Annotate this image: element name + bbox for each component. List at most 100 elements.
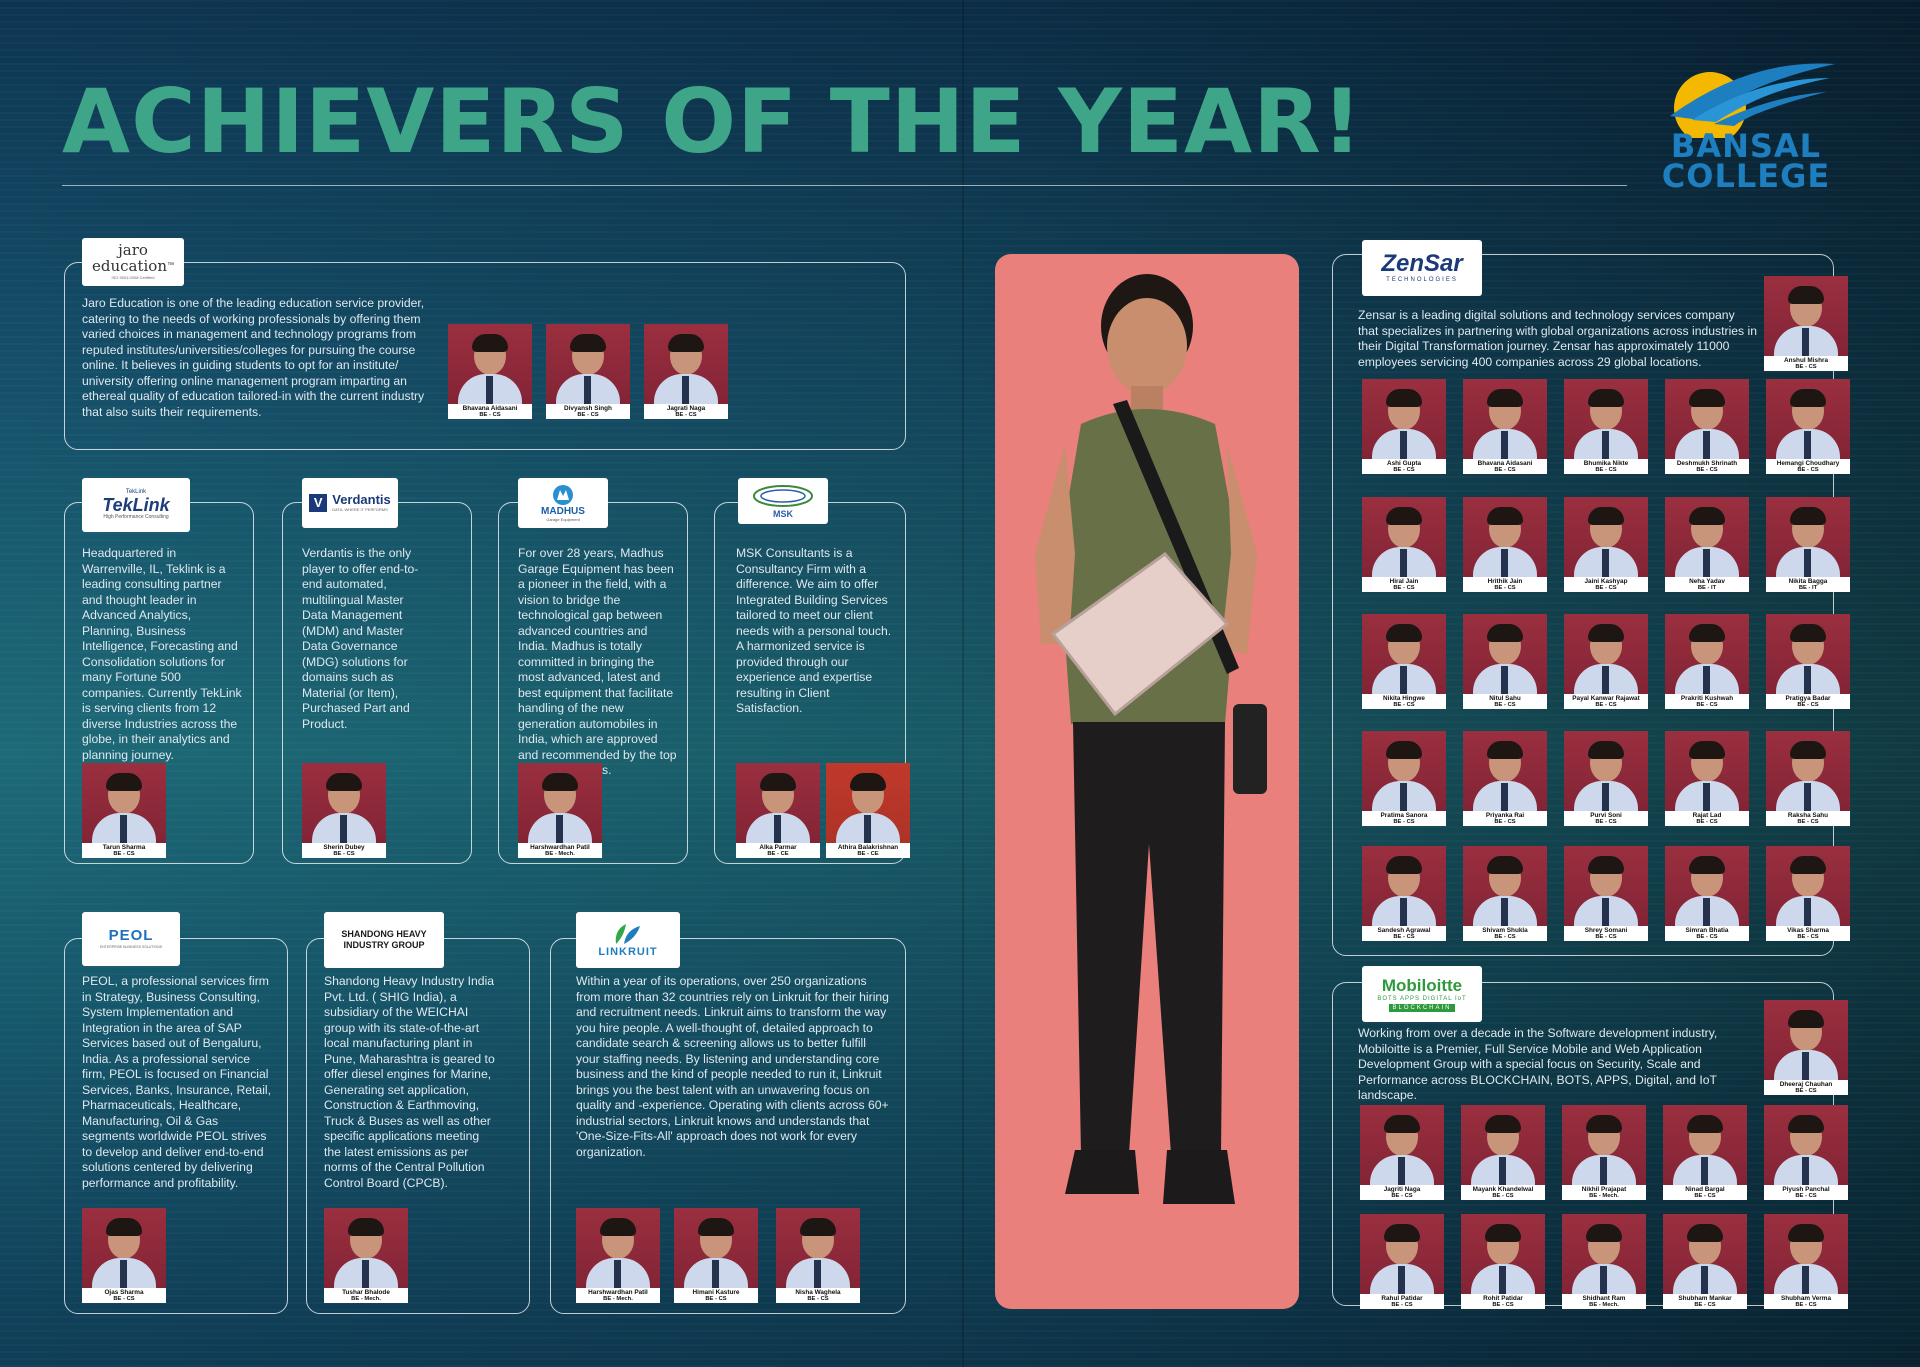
linkruit-description: Within a year of its operations, over 25… xyxy=(576,974,889,1159)
student-degree: BE - CS xyxy=(1391,1193,1413,1199)
student-degree: BE - CS xyxy=(1795,364,1817,370)
student-portrait xyxy=(760,773,796,814)
student-name: Nikita Bagga xyxy=(1788,578,1828,585)
teklink-student-1: Tarun Sharma BE - CS xyxy=(82,763,166,858)
student-name: Rahul Patidar xyxy=(1381,1295,1423,1302)
zensar-student: Rajat Lad BE - CS xyxy=(1665,731,1749,826)
zensar-student: Ashi Gupta BE - CS xyxy=(1362,379,1446,474)
student-degree: BE - CS xyxy=(1595,702,1617,708)
student-portrait xyxy=(1788,1224,1824,1265)
sun-wing-logo-icon xyxy=(1670,63,1835,138)
student-model-panel xyxy=(995,254,1299,1309)
mobiloitte-student: Ninad Bargal BE - CS xyxy=(1663,1105,1747,1200)
student-name: Jagrati Naga xyxy=(666,405,706,412)
zensar-student: Raksha Sahu BE - CS xyxy=(1766,731,1850,826)
student-portrait xyxy=(106,1218,142,1259)
jaro-logo-line1: jaro xyxy=(118,241,148,259)
mobiloitte-description: Working from over a decade in the Softwa… xyxy=(1358,1026,1718,1102)
student-name: Alka Parmar xyxy=(759,844,797,851)
verdantis-mark-icon: V xyxy=(309,494,328,512)
jaro-logo-tagline: ISO 9001:2008 Certified xyxy=(111,275,155,280)
student-portrait xyxy=(1386,856,1422,897)
student-name: Shubham Mankar xyxy=(1678,1295,1732,1302)
student-degree: BE - CE xyxy=(857,851,879,857)
student-degree: BE - CS xyxy=(1696,819,1718,825)
student-degree: BE - CS xyxy=(1595,819,1617,825)
linkruit-student-1: Harshwardhan Patil BE - Mech. xyxy=(576,1208,660,1303)
student-degree: BE - Mech. xyxy=(1589,1302,1619,1308)
student-degree: BE - CS xyxy=(1795,1193,1817,1199)
student-degree: BE - CS xyxy=(675,412,697,418)
mobiloitte-student: Rohit Patidar BE - CS xyxy=(1461,1214,1545,1309)
zensar-student: Shivam Shukla BE - CS xyxy=(1463,846,1547,941)
student-degree: BE - CS xyxy=(1595,585,1617,591)
student-degree: BE - IT xyxy=(1798,585,1818,591)
zensar-student: Prakriti Kushwah BE - CS xyxy=(1665,614,1749,709)
mobiloitte-featured-student: Dheeraj Chauhan BE - CS xyxy=(1764,1000,1848,1095)
student-portrait xyxy=(106,773,142,814)
student-name: Hemangi Choudhary xyxy=(1776,460,1840,467)
jaro-student-1: Bhavana Aidasani BE - CS xyxy=(448,324,532,419)
student-degree: BE - CS xyxy=(1797,819,1819,825)
student-name: Athira Balakrishnan xyxy=(837,844,899,851)
student-degree: BE - CS xyxy=(1795,1088,1817,1094)
student-name: Priyanka Rai xyxy=(1485,812,1525,819)
zensar-student: Jaini Kashyap BE - CS xyxy=(1564,497,1648,592)
student-degree: BE - CS xyxy=(577,412,599,418)
msk-logo: MSK xyxy=(738,478,828,524)
student-degree: BE - CS xyxy=(1492,1193,1514,1199)
student-degree: BE - Mech. xyxy=(1589,1193,1619,1199)
student-name: Simran Bhatia xyxy=(1685,927,1729,934)
student-name: Shivam Shukla xyxy=(1482,927,1528,934)
student-name: Pratigya Badar xyxy=(1785,695,1831,702)
teklink-description: Headquartered in Warrenville, IL, Teklin… xyxy=(82,546,242,762)
student-name: Shidhant Ram xyxy=(1582,1295,1626,1302)
student-name: Ashi Gupta xyxy=(1386,460,1422,467)
student-portrait xyxy=(1689,856,1725,897)
student-portrait xyxy=(1386,389,1422,430)
shandong-logo: SHANDONG HEAVY INDUSTRY GROUP xyxy=(324,912,444,968)
student-name: Nikhil Prajapat xyxy=(1581,1186,1627,1193)
peol-logo-name: PEOL xyxy=(108,927,154,944)
student-degree: BE - CS xyxy=(1696,934,1718,940)
mobiloitte-student: Shubham Verma BE - CS xyxy=(1764,1214,1848,1309)
student-name: Harshwardhan Patil xyxy=(530,844,590,851)
student-degree: BE - CE xyxy=(767,851,789,857)
student-degree: BE - CS xyxy=(1795,1302,1817,1308)
student-with-laptop-illustration xyxy=(1035,274,1267,1204)
msk-student-2: Athira Balakrishnan BE - CE xyxy=(826,763,910,858)
madhus-logo: MADHUS Garage Equipment xyxy=(518,478,608,528)
mobiloitte-student: Jagriti Naga BE - CS xyxy=(1360,1105,1444,1200)
student-portrait xyxy=(1384,1115,1420,1156)
jaro-description: Jaro Education is one of the leading edu… xyxy=(82,296,425,419)
zensar-logo: ZenSar TECHNOLOGIES xyxy=(1362,240,1482,296)
student-degree: BE - Mech. xyxy=(545,851,575,857)
zensar-student: Bhumika Nikte BE - CS xyxy=(1564,379,1648,474)
zensar-student: Pratigya Badar BE - CS xyxy=(1766,614,1850,709)
student-degree: BE - CS xyxy=(1696,467,1718,473)
student-name: Jagriti Naga xyxy=(1383,1186,1421,1193)
page-title: ACHIEVERS OF THE YEAR! xyxy=(62,70,1364,173)
student-portrait xyxy=(1588,389,1624,430)
student-name: Tushar Bhalode xyxy=(342,1289,390,1296)
student-name: Sandesh Agrawal xyxy=(1377,927,1431,934)
student-degree: BE - CS xyxy=(333,851,355,857)
student-name: Hiral Jain xyxy=(1389,578,1419,585)
student-degree: BE - CS xyxy=(1494,702,1516,708)
zensar-student: Hiral Jain BE - CS xyxy=(1362,497,1446,592)
student-degree: BE - CS xyxy=(1797,467,1819,473)
student-portrait xyxy=(1384,1224,1420,1265)
zensar-logo-name: ZenSar xyxy=(1381,249,1463,277)
student-name: Ojas Sharma xyxy=(104,1289,144,1296)
student-degree: BE - CS xyxy=(1595,467,1617,473)
student-portrait xyxy=(1588,856,1624,897)
zensar-student: Pratima Sanora BE - CS xyxy=(1362,731,1446,826)
student-name: Divyansh Singh xyxy=(564,405,612,412)
student-portrait xyxy=(1487,389,1523,430)
shandong-logo-line1: SHANDONG HEAVY xyxy=(341,929,427,939)
jaro-student-2: Divyansh Singh BE - CS xyxy=(546,324,630,419)
mobiloitte-student: Shidhant Ram BE - Mech. xyxy=(1562,1214,1646,1309)
shandong-description: Shandong Heavy Industry India Pvt. Ltd. … xyxy=(324,974,495,1190)
student-name: Prakriti Kushwah xyxy=(1680,695,1734,702)
student-portrait xyxy=(1689,389,1725,430)
